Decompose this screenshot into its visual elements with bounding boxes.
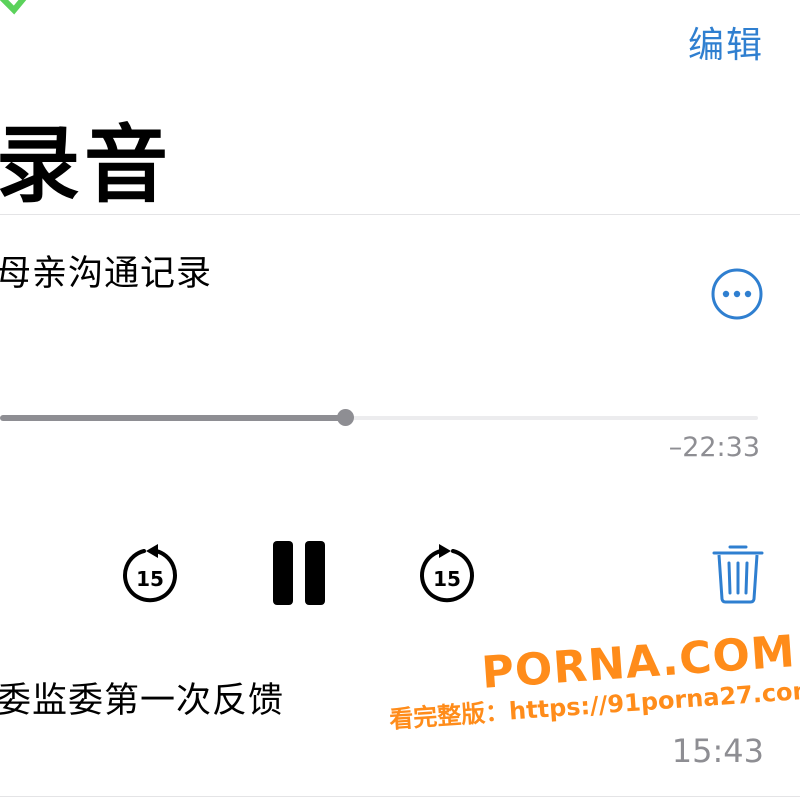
recording-title[interactable]: 委监委第一次反馈	[0, 672, 284, 723]
skip-forward-seconds: 15	[433, 567, 461, 591]
goforward-15-icon[interactable]: 15	[417, 543, 477, 605]
playback-progress	[0, 415, 345, 421]
ellipsis-circle-icon[interactable]	[710, 267, 764, 321]
edit-button[interactable]: 编辑	[688, 16, 764, 68]
checkmark-icon	[0, 0, 27, 15]
pause-button[interactable]	[273, 541, 325, 605]
recording-duration: 15:43	[671, 732, 764, 770]
divider	[0, 214, 800, 215]
playback-scrubber[interactable]	[337, 409, 354, 426]
gobackward-15-icon[interactable]: 15	[120, 543, 180, 605]
pause-icon	[273, 541, 293, 605]
recording-title[interactable]: 母亲沟通记录	[0, 245, 212, 296]
page-title: 录音	[0, 116, 173, 214]
skip-back-seconds: 15	[136, 567, 164, 591]
trash-icon[interactable]	[712, 541, 764, 605]
remaining-time: –22:33	[668, 432, 760, 463]
pause-icon	[305, 541, 325, 605]
divider	[0, 796, 800, 797]
